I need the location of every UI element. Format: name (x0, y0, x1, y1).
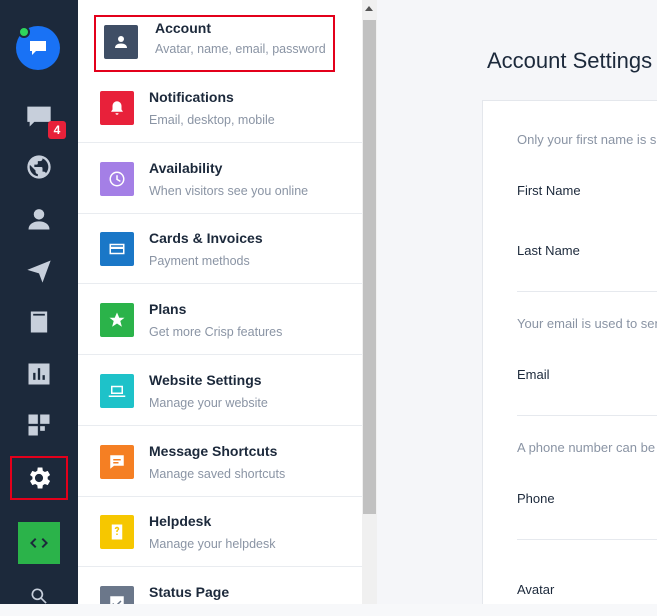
check-icon (110, 596, 124, 604)
helpdesk-icon-tile (100, 515, 134, 549)
search-button[interactable] (14, 576, 64, 616)
page-title: Account Settings (487, 48, 653, 73)
account-icon-tile (104, 25, 138, 59)
stats-icon (28, 363, 50, 385)
menu-item-title: Message Shortcuts (149, 443, 278, 459)
email-label: Email (517, 367, 550, 382)
knowledge-button[interactable] (14, 302, 64, 342)
menu-item-title: Helpdesk (149, 513, 212, 529)
notifications-icon-tile (100, 91, 134, 125)
first-name-label: First Name (517, 183, 581, 198)
code-icon (30, 538, 48, 548)
menu-item-website-settings[interactable]: Website Settings Manage your website (78, 356, 362, 426)
menu-item-subtitle: Avatar, name, email, password (155, 42, 326, 56)
availability-icon-tile (100, 162, 134, 196)
chat-bubble-icon (30, 41, 46, 55)
last-name-label: Last Name (517, 243, 580, 258)
cards-icon-tile (100, 232, 134, 266)
menu-scrollbar[interactable] (362, 0, 377, 604)
scroll-up-arrow-icon[interactable] (365, 6, 373, 11)
menu-item-subtitle: Payment methods (149, 254, 250, 268)
menu-item-title: Availability (149, 160, 223, 176)
menu-item-subtitle: Get more Crisp features (149, 325, 283, 339)
user-icon (28, 209, 50, 230)
search-icon (31, 588, 47, 604)
bell-icon (111, 101, 123, 115)
settings-menu: Account Avatar, name, email, password No… (78, 0, 363, 604)
menu-item-subtitle: Manage saved shortcuts (149, 467, 286, 481)
menu-item-plans[interactable]: Plans Get more Crisp features (78, 285, 362, 355)
menu-item-title: Notifications (149, 89, 234, 105)
clock-icon (109, 171, 125, 187)
message-icon (110, 455, 124, 469)
website-icon-tile (100, 374, 134, 408)
menu-item-helpdesk[interactable]: Helpdesk Manage your helpdesk (78, 497, 362, 567)
star-icon (109, 312, 125, 327)
menu-item-title: Website Settings (149, 372, 262, 388)
phone-hint: A phone number can be (517, 440, 656, 455)
menu-item-subtitle: Manage your helpdesk (149, 537, 276, 551)
user-icon (115, 36, 127, 48)
plugins-button[interactable] (14, 405, 64, 445)
menu-item-subtitle: Manage your website (149, 396, 268, 410)
section-divider (517, 539, 657, 540)
visitors-button[interactable] (14, 147, 64, 187)
shortcuts-icon-tile (100, 445, 134, 479)
menu-item-message-shortcuts[interactable]: Message Shortcuts Manage saved shortcuts (78, 427, 362, 497)
settings-highlight (10, 456, 68, 500)
menu-item-availability[interactable]: Availability When visitors see you onlin… (78, 144, 362, 214)
menu-item-cards-invoices[interactable]: Cards & Invoices Payment methods (78, 214, 362, 284)
menu-item-account[interactable]: Account Avatar, name, email, password (94, 15, 335, 72)
name-hint: Only your first name is s (517, 132, 657, 147)
online-status-dot (18, 26, 30, 38)
section-divider (517, 291, 657, 292)
helpdesk-icon (111, 524, 123, 540)
menu-item-title: Account (155, 20, 211, 36)
menu-item-subtitle: When visitors see you online (149, 184, 309, 198)
phone-label: Phone (517, 491, 555, 506)
campaigns-button[interactable] (14, 251, 64, 291)
account-form-card: Only your first name is s First Name Las… (482, 100, 657, 604)
unread-badge: 4 (48, 121, 66, 139)
plans-icon-tile (100, 303, 134, 337)
analytics-button[interactable] (14, 354, 64, 394)
laptop-icon (108, 385, 126, 397)
account-settings-panel: Account Settings Only your first name is… (377, 0, 657, 604)
plugins-icon (28, 414, 50, 436)
email-hint: Your email is used to sen (517, 316, 657, 331)
card-icon (109, 243, 125, 255)
menu-item-title: Cards & Invoices (149, 230, 263, 246)
menu-item-title: Plans (149, 301, 187, 317)
section-divider (517, 415, 657, 416)
globe-icon (27, 155, 51, 179)
menu-item-subtitle: Email, desktop, mobile (149, 113, 275, 127)
send-icon (27, 260, 51, 283)
developer-button[interactable] (18, 522, 60, 564)
menu-item-status-page[interactable]: Status Page (78, 568, 362, 604)
book-icon (30, 311, 48, 333)
contacts-button[interactable] (14, 199, 64, 239)
scroll-thumb[interactable] (363, 20, 376, 514)
app-sidebar: 4 (0, 0, 78, 604)
menu-item-notifications[interactable]: Notifications Email, desktop, mobile (78, 73, 362, 143)
status-icon-tile (100, 586, 134, 604)
avatar-label: Avatar (517, 582, 555, 597)
menu-item-title: Status Page (149, 584, 230, 600)
